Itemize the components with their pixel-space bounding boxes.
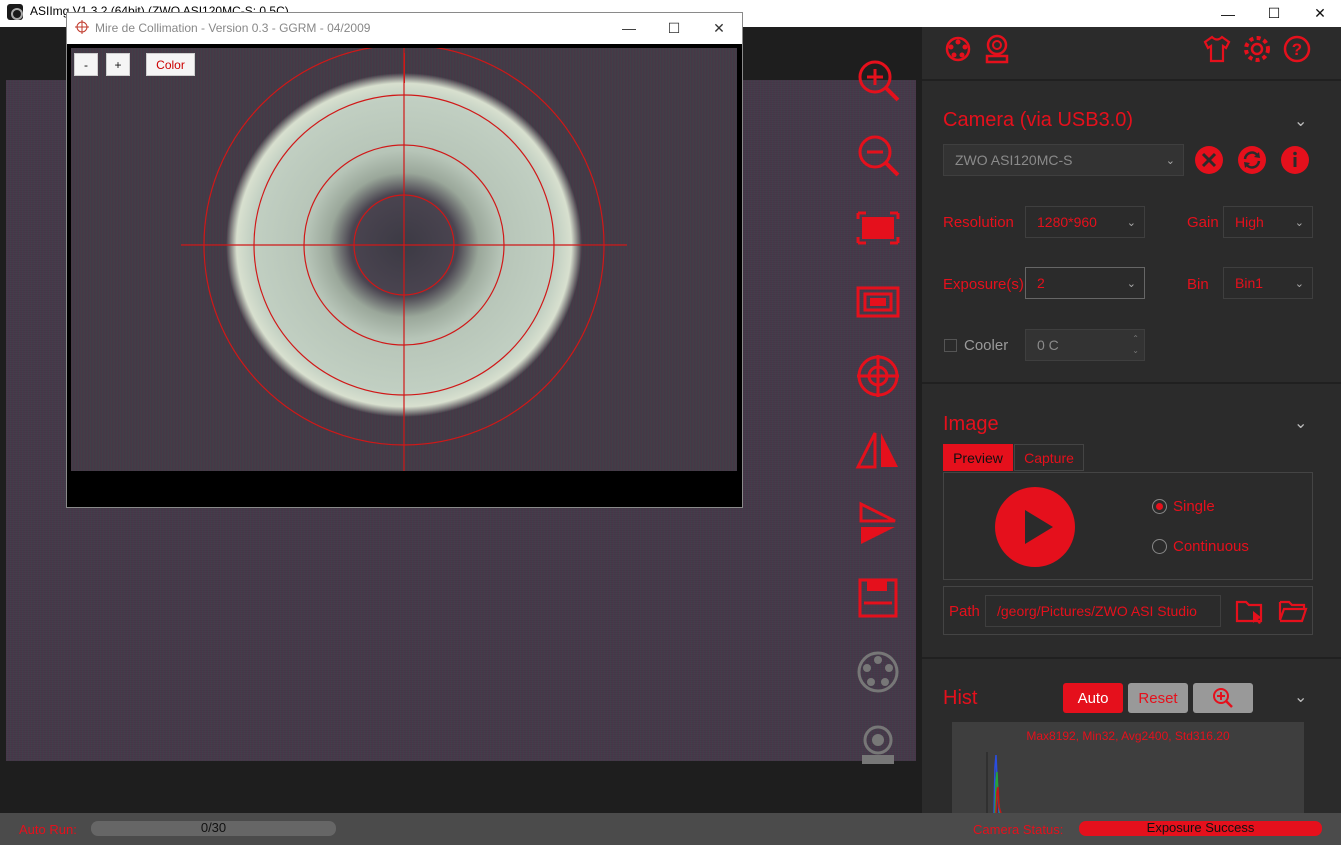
divider — [922, 79, 1341, 81]
auto-button[interactable]: Auto — [1063, 683, 1123, 713]
camera-status-label: Camera Status: — [973, 822, 1064, 837]
camera-select-value: ZWO ASI120MC-S — [955, 152, 1073, 168]
resolution-value: 1280*960 — [1037, 214, 1097, 230]
filter-wheel-icon[interactable] — [853, 647, 903, 697]
chevron-down-icon[interactable]: ⌄ — [1294, 111, 1307, 131]
help-icon[interactable]: ? — [1282, 34, 1312, 69]
single-radio[interactable] — [1152, 499, 1167, 514]
cooler-stepper[interactable]: 0 C ⌃ ⌄ — [1025, 329, 1145, 361]
shirt-icon[interactable] — [1202, 35, 1232, 68]
bin-select[interactable]: Bin1 ⌄ — [1223, 267, 1313, 299]
gain-select[interactable]: High ⌄ — [1223, 206, 1313, 238]
chevron-down-icon: ⌄ — [1126, 217, 1136, 229]
crosshair-top-line — [404, 53, 405, 83]
autorun-value: 0/30 — [200, 820, 227, 835]
flip-horizontal-icon[interactable] — [853, 425, 903, 475]
exposure-value: 2 — [1037, 275, 1045, 291]
collimation-image — [71, 48, 737, 471]
resolution-label: Resolution — [943, 214, 1014, 231]
path-input[interactable]: /georg/Pictures/ZWO ASI Studio — [985, 595, 1221, 627]
hist-zoom-button[interactable] — [1193, 683, 1253, 713]
actual-size-icon[interactable] — [853, 277, 903, 327]
refresh-icon[interactable] — [1237, 145, 1267, 180]
continuous-radio[interactable] — [1152, 539, 1167, 554]
continuous-label: Continuous — [1173, 538, 1249, 555]
stepper-arrows-icon: ⌃ ⌄ — [1132, 334, 1139, 355]
divider — [922, 657, 1341, 659]
bin-value: Bin1 — [1235, 275, 1264, 291]
close-button[interactable]: ✕ — [1297, 0, 1341, 27]
zoom-in-icon[interactable] — [853, 55, 903, 105]
zoom-in-icon — [1213, 688, 1233, 708]
hist-heading: Hist — [943, 687, 978, 709]
cooler-checkbox[interactable] — [944, 339, 957, 352]
crosshair-icon[interactable] — [853, 351, 903, 401]
folder-open-icon[interactable] — [1278, 597, 1308, 630]
path-value: /georg/Pictures/ZWO ASI Studio — [997, 603, 1197, 619]
disconnect-icon[interactable] — [1194, 145, 1224, 180]
play-button[interactable] — [994, 486, 1076, 573]
histogram-canvas: Max8192, Min32, Avg2400, Std316.20 — [952, 722, 1304, 813]
color-button[interactable]: Color — [146, 53, 195, 76]
flip-vertical-icon[interactable] — [853, 499, 903, 549]
chevron-down-icon: ⌄ — [1165, 155, 1175, 167]
camera-status-value: Exposure Success — [1146, 820, 1255, 835]
svg-text:?: ? — [1292, 40, 1302, 59]
resolution-select[interactable]: 1280*960 ⌄ — [1025, 206, 1145, 238]
chevron-down-icon: ⌄ — [1126, 278, 1136, 290]
collimation-minimize-button[interactable]: — — [606, 13, 652, 43]
cooler-value: 0 C — [1037, 337, 1059, 353]
zoom-out-button[interactable]: - — [74, 53, 98, 76]
save-icon[interactable] — [853, 573, 903, 623]
fit-screen-icon[interactable] — [853, 203, 903, 253]
gain-label: Gain — [1187, 214, 1219, 231]
path-label: Path — [949, 603, 980, 620]
single-label: Single — [1173, 498, 1215, 515]
collimation-maximize-button[interactable]: ☐ — [651, 13, 697, 43]
focuser-icon[interactable] — [853, 720, 903, 770]
filter-wheel-icon[interactable] — [944, 35, 972, 68]
cooler-label: Cooler — [964, 337, 1009, 354]
maximize-button[interactable]: ☐ — [1251, 0, 1297, 27]
tab-capture[interactable]: Capture — [1014, 444, 1084, 471]
right-panel: ? Camera (via USB3.0) ⌄ ZWO ASI120MC-S ⌄ … — [922, 27, 1341, 813]
reset-button[interactable]: Reset — [1128, 683, 1188, 713]
folder-select-icon[interactable] — [1235, 597, 1265, 630]
exposure-select[interactable]: 2 ⌄ — [1025, 267, 1145, 299]
gear-icon[interactable] — [1242, 34, 1272, 69]
tab-preview[interactable]: Preview — [943, 444, 1013, 471]
camera-select[interactable]: ZWO ASI120MC-S ⌄ — [943, 144, 1184, 176]
autorun-label: Auto Run: — [19, 822, 77, 837]
app-icon — [7, 4, 23, 20]
zoom-in-button[interactable]: + — [106, 53, 130, 76]
divider — [922, 382, 1341, 384]
minimize-button[interactable]: — — [1205, 0, 1251, 27]
zoom-out-icon[interactable] — [853, 130, 903, 180]
info-icon[interactable] — [1280, 145, 1310, 180]
image-heading: Image — [943, 413, 999, 435]
collimation-window-title: Mire de Collimation - Version 0.3 - GGRM… — [95, 21, 371, 35]
status-bar: Auto Run: 0/30 Camera Status: Exposure S… — [0, 813, 1341, 845]
exposure-label: Exposure(s) — [943, 276, 1024, 293]
collimation-close-button[interactable]: ✕ — [696, 13, 742, 43]
chevron-down-icon[interactable]: ⌄ — [1294, 413, 1307, 433]
crosshair-icon — [75, 20, 89, 34]
camera-heading: Camera (via USB3.0) — [943, 109, 1134, 131]
gain-value: High — [1235, 214, 1264, 230]
histogram-plot — [986, 752, 1002, 813]
focuser-icon[interactable] — [983, 34, 1011, 69]
chevron-down-icon: ⌄ — [1294, 278, 1304, 290]
histogram-stats: Max8192, Min32, Avg2400, Std316.20 — [1026, 729, 1230, 743]
collimation-window: Mire de Collimation - Version 0.3 - GGRM… — [66, 12, 743, 508]
chevron-down-icon: ⌄ — [1294, 217, 1304, 229]
chevron-down-icon[interactable]: ⌄ — [1294, 687, 1307, 707]
bin-label: Bin — [1187, 276, 1209, 293]
